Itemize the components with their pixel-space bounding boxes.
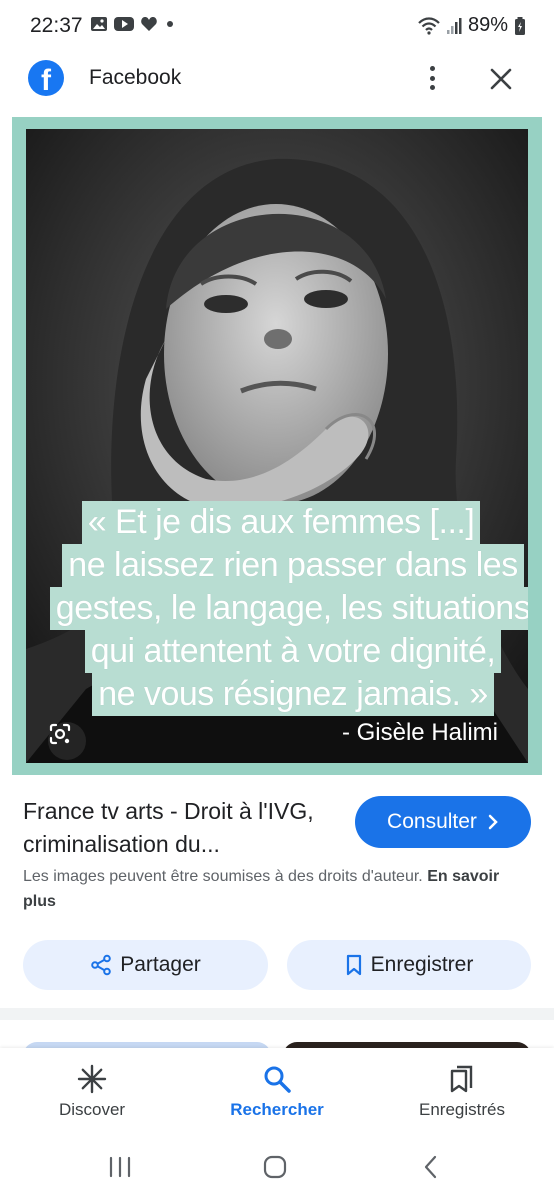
nav-search[interactable]: Rechercher	[207, 1062, 347, 1120]
share-label: Partager	[120, 953, 201, 976]
nav-saved[interactable]: Enregistrés	[392, 1062, 532, 1120]
app-header: f Facebook	[0, 52, 554, 106]
nav-discover[interactable]: Discover	[22, 1062, 162, 1120]
heart-icon	[141, 17, 157, 31]
save-button[interactable]: Enregistrer	[287, 940, 531, 990]
copyright-text: Les images peuvent être soumises à des d…	[23, 868, 423, 885]
battery-icon	[515, 16, 525, 35]
page-title: Facebook	[89, 66, 182, 89]
copyright-notice: Les images peuvent être soumises à des d…	[23, 864, 533, 914]
battery-percent: 89%	[467, 14, 508, 36]
system-navigation	[0, 1136, 554, 1200]
result-title[interactable]: France tv arts - Droit à l'IVG, criminal…	[23, 795, 343, 861]
close-icon[interactable]	[486, 64, 516, 94]
notification-icons	[90, 15, 177, 33]
youtube-icon	[114, 17, 134, 31]
status-time: 22:37	[30, 14, 83, 37]
facebook-logo: f	[28, 60, 64, 96]
section-divider	[0, 1008, 554, 1020]
search-icon	[264, 1066, 291, 1093]
facebook-logo-letter: f	[41, 64, 51, 96]
status-right: 89%	[418, 14, 526, 37]
bookmark-icon	[346, 954, 361, 976]
quote-line: gestes, le langage, les situations	[49, 587, 528, 630]
more-vertical-icon[interactable]	[420, 62, 444, 94]
nav-saved-label: Enregistrés	[419, 1100, 505, 1119]
dot-icon	[167, 21, 173, 27]
chevron-right-icon	[488, 814, 498, 830]
quote-text: « Et je dis aux femmes [...] ne laissez …	[49, 501, 528, 716]
status-bar: 22:37 89%	[0, 0, 554, 52]
back-icon[interactable]	[416, 1152, 446, 1182]
image-preview[interactable]: « Et je dis aux femmes [...] ne laissez …	[12, 117, 542, 775]
gallery-icon	[91, 17, 107, 31]
share-icon	[91, 954, 112, 976]
signal-icon	[446, 17, 462, 34]
nav-discover-label: Discover	[58, 1100, 126, 1119]
share-button[interactable]: Partager	[23, 940, 268, 990]
collections-icon	[450, 1065, 473, 1093]
recents-icon[interactable]	[105, 1152, 135, 1182]
consult-button[interactable]: Consulter	[355, 796, 531, 848]
quote-photo: « Et je dis aux femmes [...] ne laissez …	[26, 129, 528, 763]
save-label: Enregistrer	[370, 953, 474, 976]
bottom-navigation: Discover Rechercher Enregistrés	[0, 1048, 554, 1136]
nav-search-label: Rechercher	[230, 1100, 324, 1119]
quote-line: ne laissez rien passer dans les	[62, 544, 524, 587]
quote-line: qui attentent à votre dignité,	[84, 630, 502, 673]
quote-line: « Et je dis aux femmes [...]	[81, 501, 481, 544]
discover-asterisk-icon	[77, 1064, 107, 1094]
google-lens-icon[interactable]	[48, 722, 86, 760]
wifi-icon	[418, 16, 440, 35]
consult-label: Consulter	[387, 810, 477, 833]
home-icon[interactable]	[260, 1152, 290, 1182]
quote-line: ne vous résignez jamais. »	[92, 673, 494, 716]
quote-author: - Gisèle Halimi	[341, 719, 498, 746]
